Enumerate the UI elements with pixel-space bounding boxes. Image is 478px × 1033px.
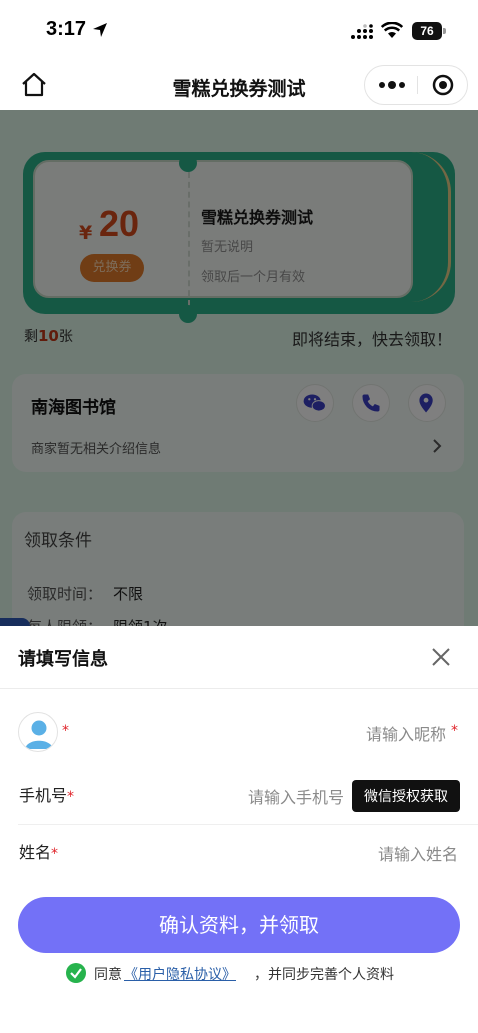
name-label: 姓名* — [19, 843, 59, 862]
agree-suffix: ，并同步完善个人资料 — [254, 967, 394, 983]
avatar-icon[interactable] — [18, 712, 58, 752]
nickname-required-mark: * — [451, 723, 458, 739]
battery-level: 76 — [412, 22, 442, 40]
wifi-icon — [381, 22, 403, 38]
phone-input[interactable] — [200, 784, 344, 810]
check-icon[interactable] — [66, 963, 86, 983]
privacy-policy-link[interactable]: 《用户隐私协议》 — [124, 964, 236, 984]
capsule-menu — [364, 65, 468, 105]
close-icon[interactable] — [430, 646, 452, 668]
home-icon[interactable] — [20, 71, 48, 99]
modal-overlay[interactable] — [0, 110, 478, 626]
target-icon[interactable] — [418, 66, 468, 104]
nav-bar: 雪糕兑换券测试 — [0, 62, 478, 110]
location-arrow-icon — [93, 23, 107, 37]
avatar-required-mark: * — [62, 723, 69, 739]
status-time: 3:17 — [46, 18, 87, 40]
info-form-sheet: 请填写信息 * * 手机号* 微信授权获取 姓名* 确认资料，并领取 同意 《用… — [0, 626, 478, 1033]
signal-icon — [351, 24, 373, 39]
more-icon[interactable] — [365, 66, 417, 104]
confirm-button[interactable]: 确认资料，并领取 — [18, 897, 460, 953]
wechat-auth-button[interactable]: 微信授权获取 — [352, 780, 460, 812]
name-input[interactable] — [300, 841, 458, 867]
status-bar: 3:17 76 — [0, 0, 478, 62]
sheet-title: 请填写信息 — [18, 649, 108, 670]
nickname-input[interactable] — [300, 722, 446, 746]
battery-icon: 76 — [412, 22, 446, 40]
agree-prefix: 同意 — [94, 967, 122, 983]
phone-label: 手机号* — [19, 786, 75, 805]
